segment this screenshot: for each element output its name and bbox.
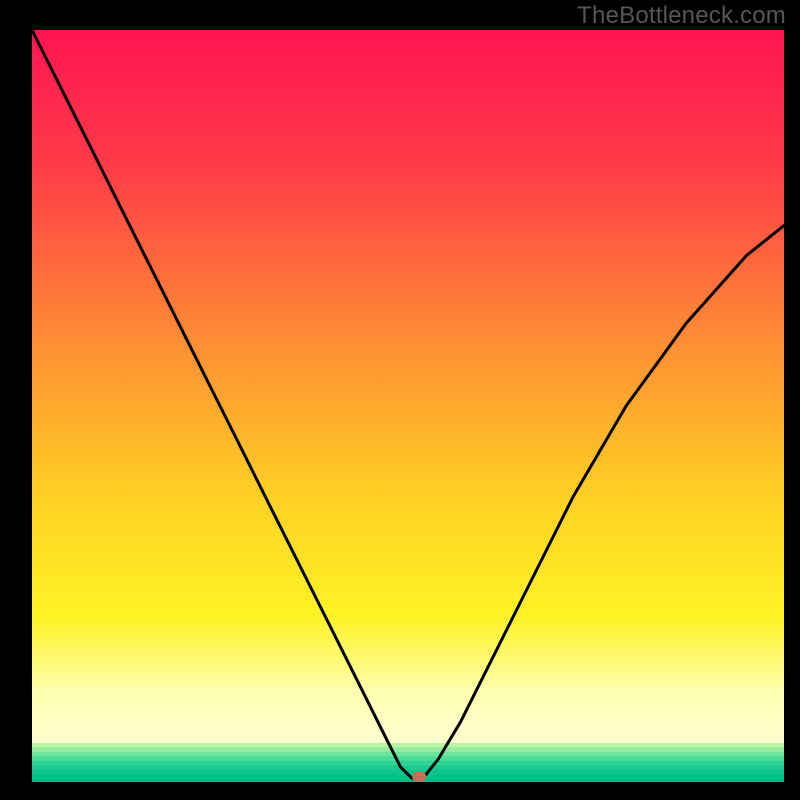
chart-frame: TheBottleneck.com: [0, 0, 800, 800]
watermark-text: TheBottleneck.com: [577, 2, 786, 30]
bottleneck-chart: [0, 0, 800, 800]
optimal-marker: [412, 772, 426, 782]
